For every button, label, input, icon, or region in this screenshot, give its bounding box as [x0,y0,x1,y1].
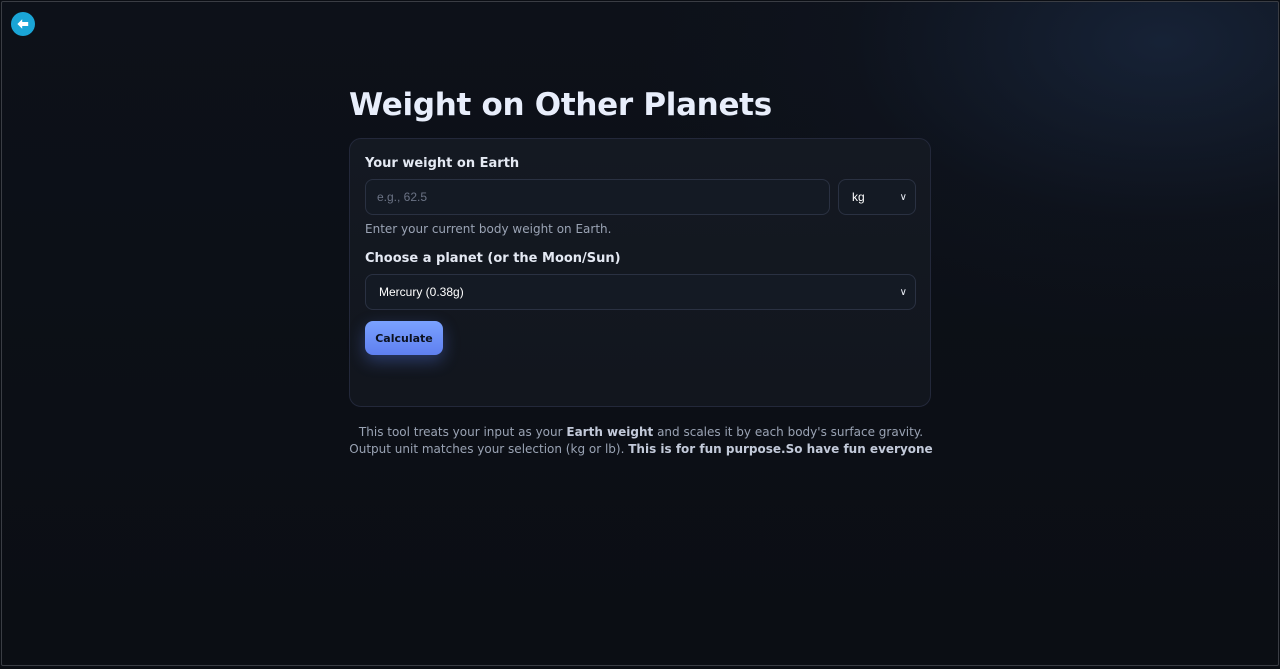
planet-select-value: Mercury (0.38g) [379,285,464,299]
weight-help-text: Enter your current body weight on Earth. [365,222,612,236]
page-title: Weight on Other Planets [349,87,772,123]
main-container: Weight on Other Planets Your weight on E… [349,84,933,407]
calculate-button[interactable]: Calculate [365,321,443,355]
calculator-card: Your weight on Earth kg ∨ Enter your cur… [349,138,931,407]
arrow-left-icon [17,19,29,29]
chevron-down-icon: ∨ [899,191,907,203]
footnote: This tool treats your input as your Eart… [349,424,933,457]
weight-label: Your weight on Earth [365,156,520,171]
footnote-bold-earth-weight: Earth weight [566,425,654,439]
unit-select[interactable]: kg ∨ [838,179,916,215]
weight-input[interactable] [365,179,830,215]
footnote-text-1: This tool treats your input as your [358,425,567,439]
footnote-bold-fun: This is for fun purpose.So have fun ever… [628,441,933,456]
planet-label: Choose a planet (or the Moon/Sun) [365,251,621,266]
unit-select-value: kg [852,190,865,204]
back-button[interactable] [11,12,35,36]
planet-select[interactable]: Mercury (0.38g) ∨ [365,274,916,310]
chevron-down-icon: ∨ [899,286,907,298]
